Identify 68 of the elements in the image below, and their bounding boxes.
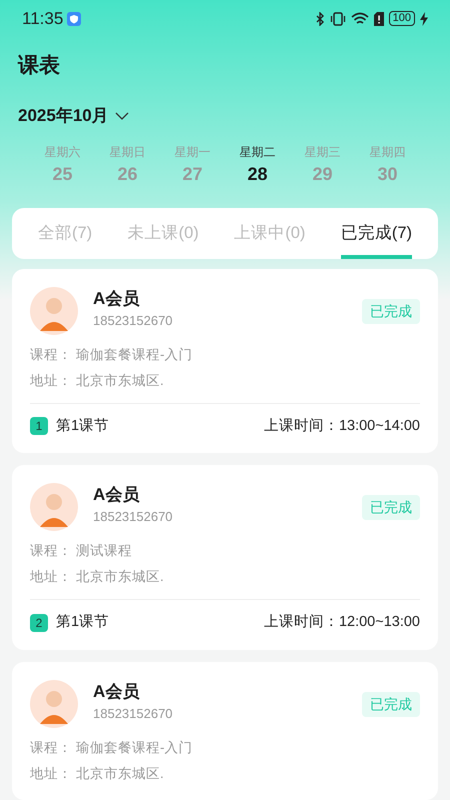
phone-number: 18523152670 (93, 508, 174, 526)
date-number: 26 (117, 162, 138, 186)
date-number: 25 (52, 162, 73, 186)
avatar-icon (30, 680, 78, 728)
status-tag: 已完成 (362, 298, 420, 324)
date-number: 29 (312, 162, 333, 186)
class-time: 13:00~14:00 (338, 416, 420, 436)
filter-tab[interactable]: 上课中(0) (234, 208, 306, 258)
lesson-card[interactable]: A会员 18523152670 已完成 课程： 测试课程 地址： 北京市东城区. 2 第1课节 上课时间：12:00~13:00 (12, 465, 438, 650)
class-time: 12:00~13:00 (338, 613, 420, 632)
status-tag: 已完成 (362, 692, 420, 717)
date-item[interactable]: 星期四 30 (355, 142, 420, 188)
phone-number: 18523152670 (93, 312, 174, 330)
phone-number: 18523152670 (93, 705, 174, 723)
weekday-label: 星期六 (44, 144, 80, 161)
member-name: A会员 (93, 288, 140, 310)
weekday-label: 星期三 (304, 144, 340, 161)
date-item[interactable]: 星期一 27 (160, 142, 225, 188)
session-number: 1 (30, 417, 48, 436)
chevron-down-icon (114, 112, 129, 120)
date-item[interactable]: 星期六 25 (30, 142, 95, 188)
filter-tab[interactable]: 全部(7) (38, 208, 92, 258)
address-text: 北京市东城区. (76, 372, 164, 390)
session-name: 第1课节 (56, 416, 110, 436)
address-label: 地址： (30, 568, 72, 586)
filter-tab[interactable]: 已完成(7) (340, 208, 412, 258)
address-label: 地址： (30, 372, 72, 390)
session-name: 第1课节 (56, 613, 110, 632)
charging-icon (420, 12, 428, 26)
date-item[interactable]: 星期日 26 (95, 142, 160, 188)
address-label: 地址： (30, 765, 72, 783)
date-item[interactable]: 星期二 28 (225, 142, 290, 188)
month-picker[interactable]: 2025年10月 (0, 103, 147, 129)
time-label: 上课时间： (264, 416, 339, 436)
avatar-icon (30, 483, 78, 532)
weekday-label: 星期四 (370, 144, 406, 161)
weekday-label: 星期日 (110, 144, 146, 161)
member-name: A会员 (93, 484, 140, 506)
avatar-icon (30, 286, 78, 334)
filter-tab[interactable]: 未上课(0) (128, 208, 199, 258)
date-number: 27 (182, 162, 203, 186)
course-label: 课程： (30, 542, 72, 560)
clock-time: 11:35 (22, 8, 64, 30)
course-name: 瑜伽套餐课程-入门 (76, 739, 192, 757)
course-name: 瑜伽套餐课程-入门 (76, 346, 192, 364)
course-name: 测试课程 (76, 542, 132, 560)
weekday-label: 星期二 (240, 144, 276, 161)
page-title: 课表 (16, 52, 61, 79)
wifi-icon (350, 12, 369, 26)
battery-level: 100 (388, 11, 415, 26)
date-item[interactable]: 星期三 29 (290, 142, 355, 188)
status-tag: 已完成 (362, 495, 420, 520)
sim-alert-icon (374, 12, 384, 26)
date-number: 28 (247, 162, 268, 186)
lesson-card[interactable]: A会员 18523152670 已完成 课程： 瑜伽套餐课程-入门 地址： 北京市东城区. 1 第1课节 上课时间：13:00~14:00 (12, 268, 438, 454)
vibrate-icon (330, 12, 346, 26)
session-number: 2 (30, 614, 48, 632)
member-name: A会员 (93, 681, 140, 703)
course-label: 课程： (30, 346, 72, 364)
date-number: 30 (377, 162, 398, 186)
bluetooth-icon (314, 12, 325, 26)
course-label: 课程： (30, 739, 72, 757)
lesson-card[interactable]: A会员 18523152670 已完成 课程： 瑜伽套餐课程-入门 地址： 北京市东城区. (12, 662, 438, 800)
weekday-label: 星期一 (174, 144, 210, 161)
shield-app-icon (67, 12, 82, 26)
address-text: 北京市东城区. (76, 765, 164, 783)
time-label: 上课时间： (264, 613, 339, 632)
address-text: 北京市东城区. (76, 568, 164, 586)
